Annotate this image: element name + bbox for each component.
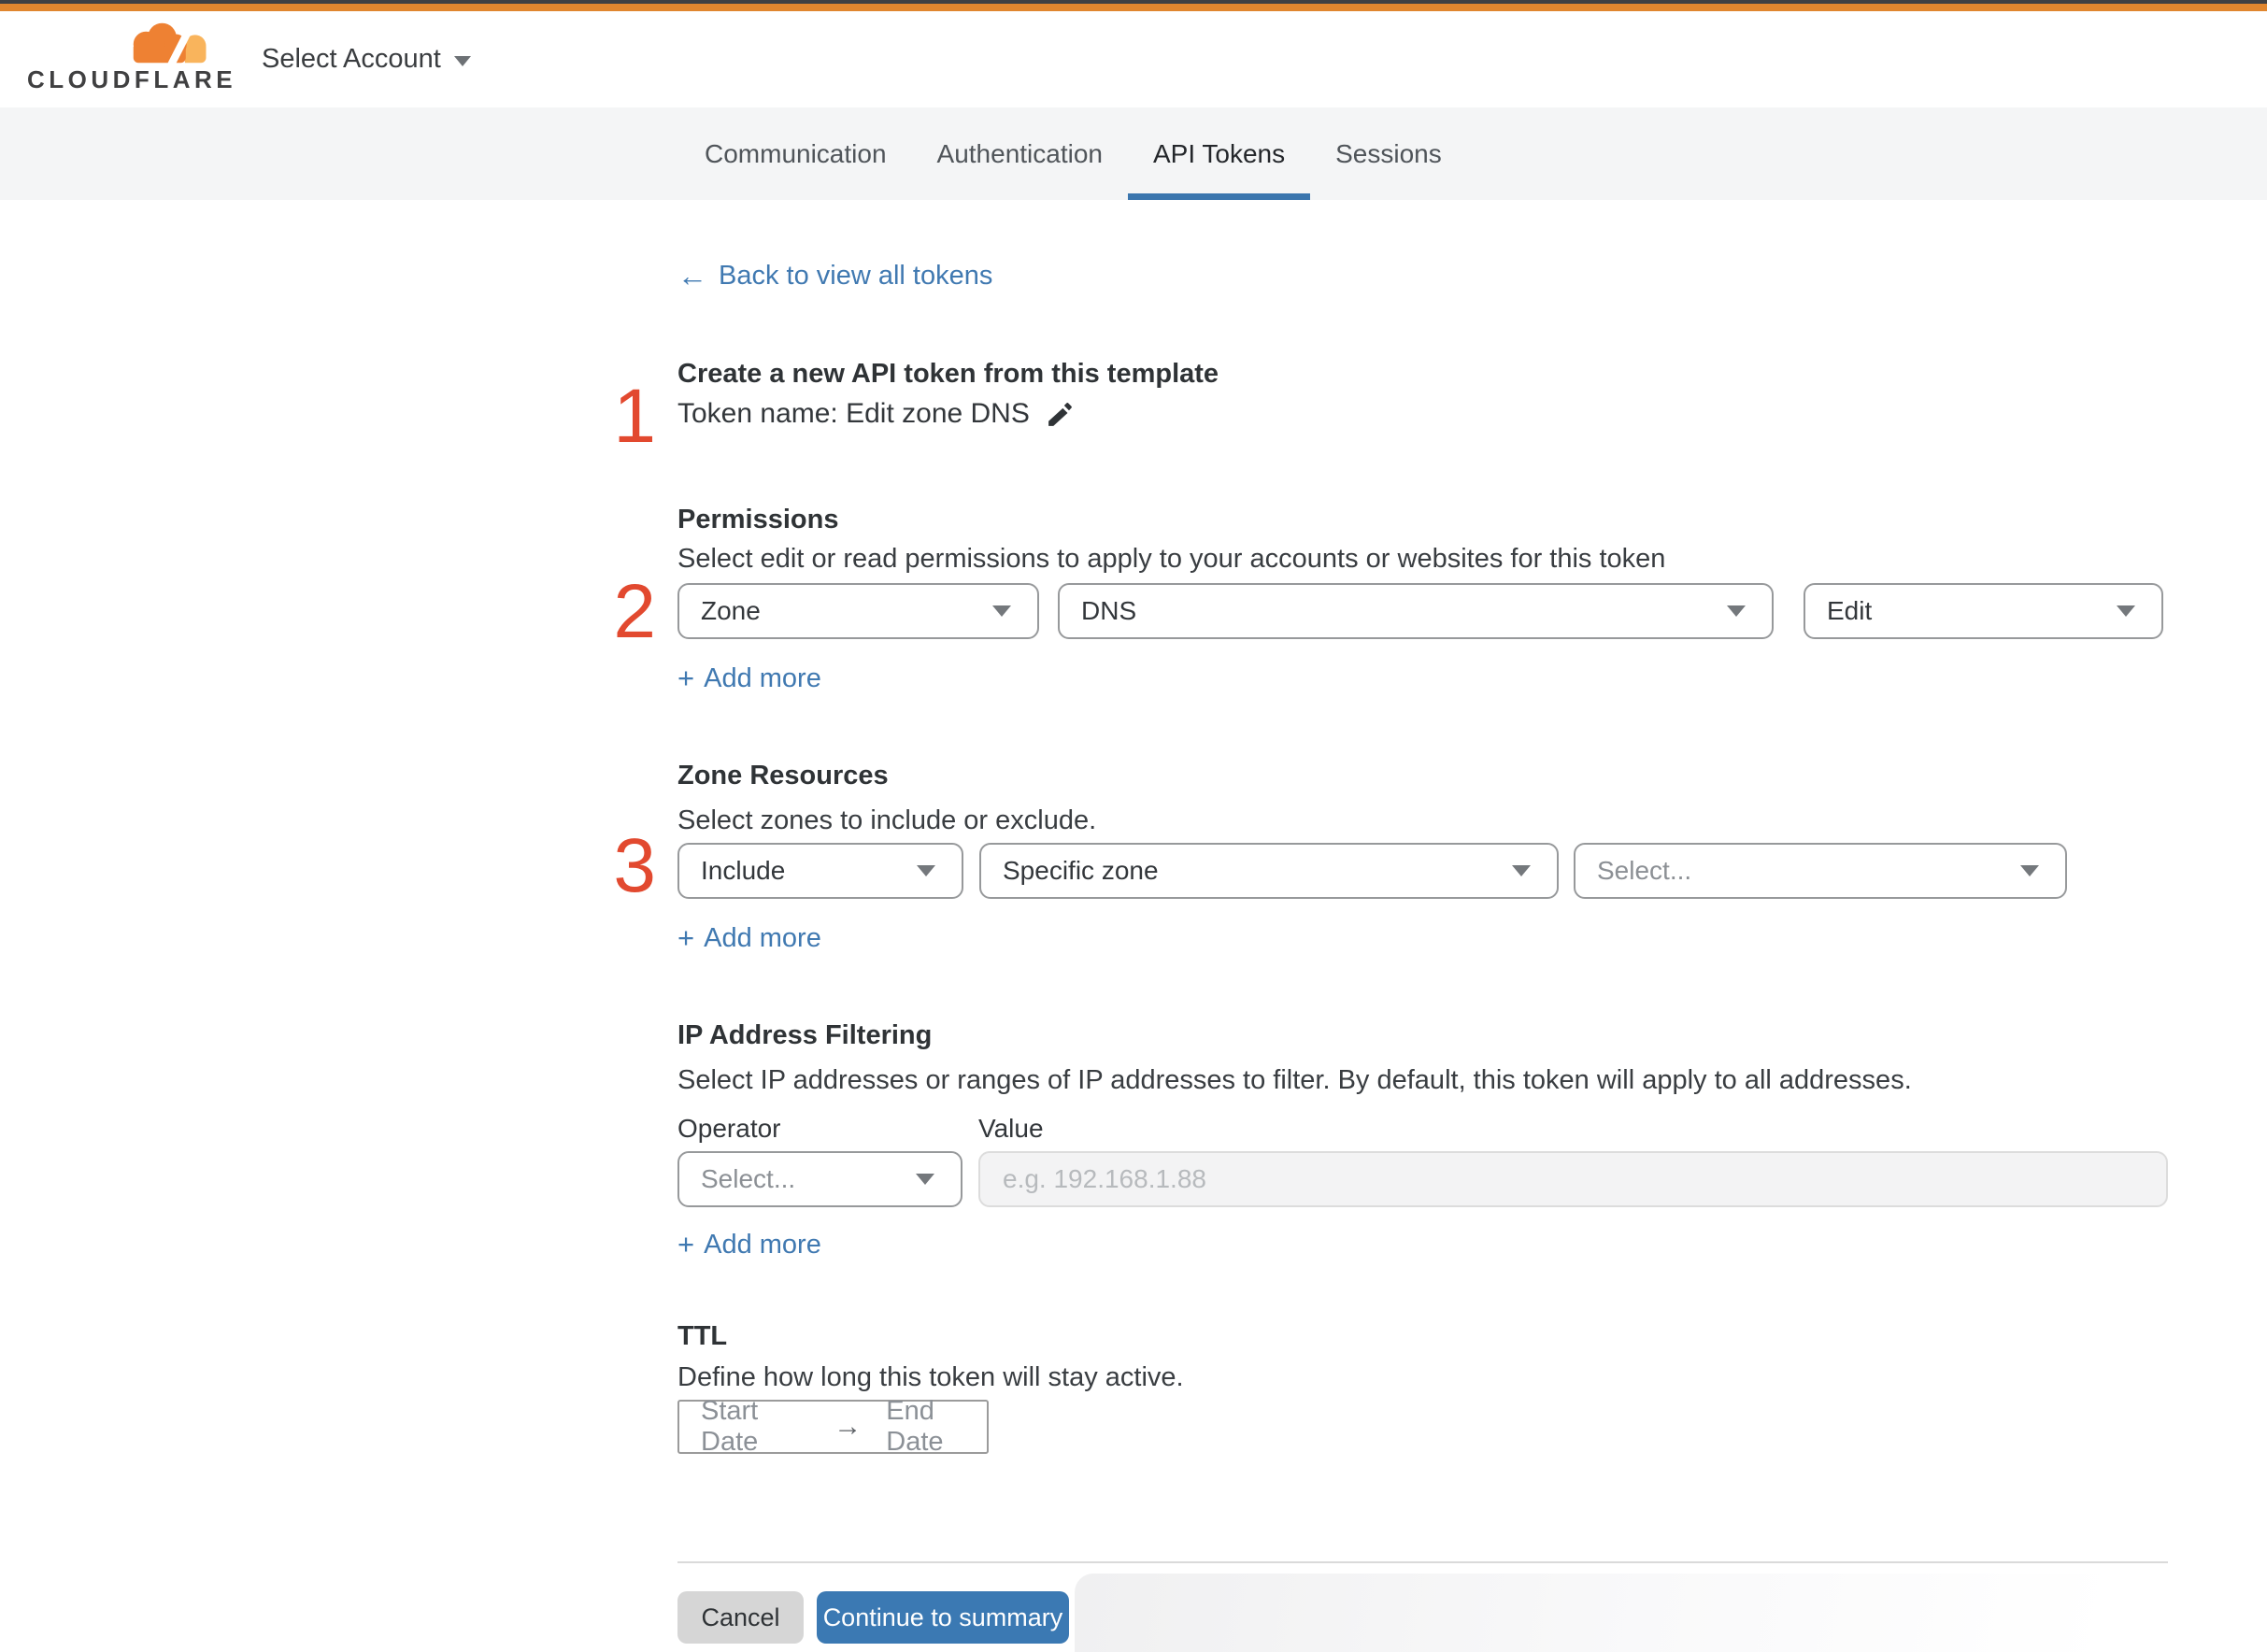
plus-icon: + (677, 921, 695, 954)
edit-pencil-icon[interactable] (1045, 399, 1076, 430)
operator-select[interactable]: Select... (677, 1151, 962, 1207)
profile-tab-bar: Communication Authentication API Tokens … (0, 107, 2267, 200)
tab-communication[interactable]: Communication (679, 107, 912, 200)
zone-resources-description: Select zones to include or exclude. (677, 805, 1097, 835)
zone-resources-row: Include Specific zone Select... (677, 843, 2168, 899)
permissions-heading: Permissions (677, 505, 839, 534)
permissions-description: Select edit or read permissions to apply… (677, 544, 1666, 574)
back-to-tokens-link[interactable]: ← Back to view all tokens (677, 259, 992, 292)
cloudflare-wordmark: CLOUDFLARE (27, 65, 237, 93)
footer-actions: Cancel Continue to summary (677, 1591, 2168, 1644)
ttl-heading: TTL (677, 1321, 728, 1351)
token-name-row: Token name: Edit zone DNS (677, 395, 2168, 433)
value-label: Value (978, 1114, 1044, 1143)
brand-top-bar (0, 4, 2267, 11)
site-header: CLOUDFLARE Select Account (0, 11, 2267, 107)
chevron-down-icon (916, 1174, 934, 1185)
cancel-button[interactable]: Cancel (677, 1591, 804, 1644)
chevron-down-icon (917, 865, 935, 876)
ip-filtering-heading: IP Address Filtering (677, 1020, 933, 1050)
ip-filtering-labels: Operator Value (677, 1114, 2168, 1146)
step-annotation-3: 3 (613, 823, 656, 908)
end-date-placeholder: End Date (886, 1396, 944, 1457)
permissions-add-more-link[interactable]: + Add more (677, 662, 821, 695)
cloudflare-cloud-icon (133, 21, 207, 64)
page: CLOUDFLARE Select Account Communication … (0, 0, 2267, 1652)
token-name-text: Token name: Edit zone DNS (677, 398, 1030, 429)
tab-sessions[interactable]: Sessions (1310, 107, 1467, 200)
chevron-down-icon (992, 605, 1011, 617)
permissions-row: Zone DNS Edit (677, 583, 2168, 639)
zone-include-select[interactable]: Include (677, 843, 963, 899)
account-selector-label: Select Account (262, 44, 441, 74)
chevron-down-icon (453, 56, 471, 66)
ip-filtering-add-more-link[interactable]: + Add more (677, 1228, 821, 1261)
ttl-date-range-picker[interactable]: Start Date → End Date (677, 1396, 989, 1457)
cloudflare-logo[interactable]: CLOUDFLARE (27, 21, 237, 93)
chevron-down-icon (1512, 865, 1531, 876)
step-annotation-2: 2 (613, 569, 656, 654)
start-date-placeholder: Start Date (701, 1396, 759, 1457)
chevron-down-icon (2020, 865, 2039, 876)
page-title: Create a new API token from this templat… (677, 359, 1219, 389)
chevron-down-icon (1727, 605, 1746, 617)
zone-scope-select[interactable]: Specific zone (979, 843, 1559, 899)
back-link-label: Back to view all tokens (719, 261, 993, 291)
chevron-down-icon (2117, 605, 2135, 617)
ip-value-input[interactable] (978, 1151, 2168, 1207)
account-selector[interactable]: Select Account (262, 11, 471, 107)
step-annotation-1: 1 (613, 374, 656, 459)
permission-level-select[interactable]: Edit (1804, 583, 2163, 639)
tab-authentication[interactable]: Authentication (912, 107, 1128, 200)
token-template-form: ← Back to view all tokens Create a new A… (0, 259, 2168, 1644)
permission-scope-select[interactable]: Zone (677, 583, 1039, 639)
back-arrow-icon: ← (677, 259, 707, 292)
zone-resources-add-more-link[interactable]: + Add more (677, 921, 821, 955)
zone-resources-heading: Zone Resources (677, 761, 889, 790)
arrow-right-icon: → (834, 1411, 863, 1442)
ip-filtering-description: Select IP addresses or ranges of IP addr… (677, 1065, 1912, 1095)
ttl-description: Define how long this token will stay act… (677, 1362, 1184, 1392)
zone-picker-select[interactable]: Select... (1574, 843, 2067, 899)
ip-filtering-row: Select... (677, 1151, 2168, 1207)
operator-label: Operator (677, 1114, 781, 1143)
continue-to-summary-button[interactable]: Continue to summary (817, 1591, 1069, 1644)
tab-api-tokens[interactable]: API Tokens (1128, 107, 1311, 200)
plus-icon: + (677, 1228, 695, 1260)
footer-divider (677, 1561, 2168, 1563)
plus-icon: + (677, 662, 695, 694)
permission-group-select[interactable]: DNS (1058, 583, 1774, 639)
